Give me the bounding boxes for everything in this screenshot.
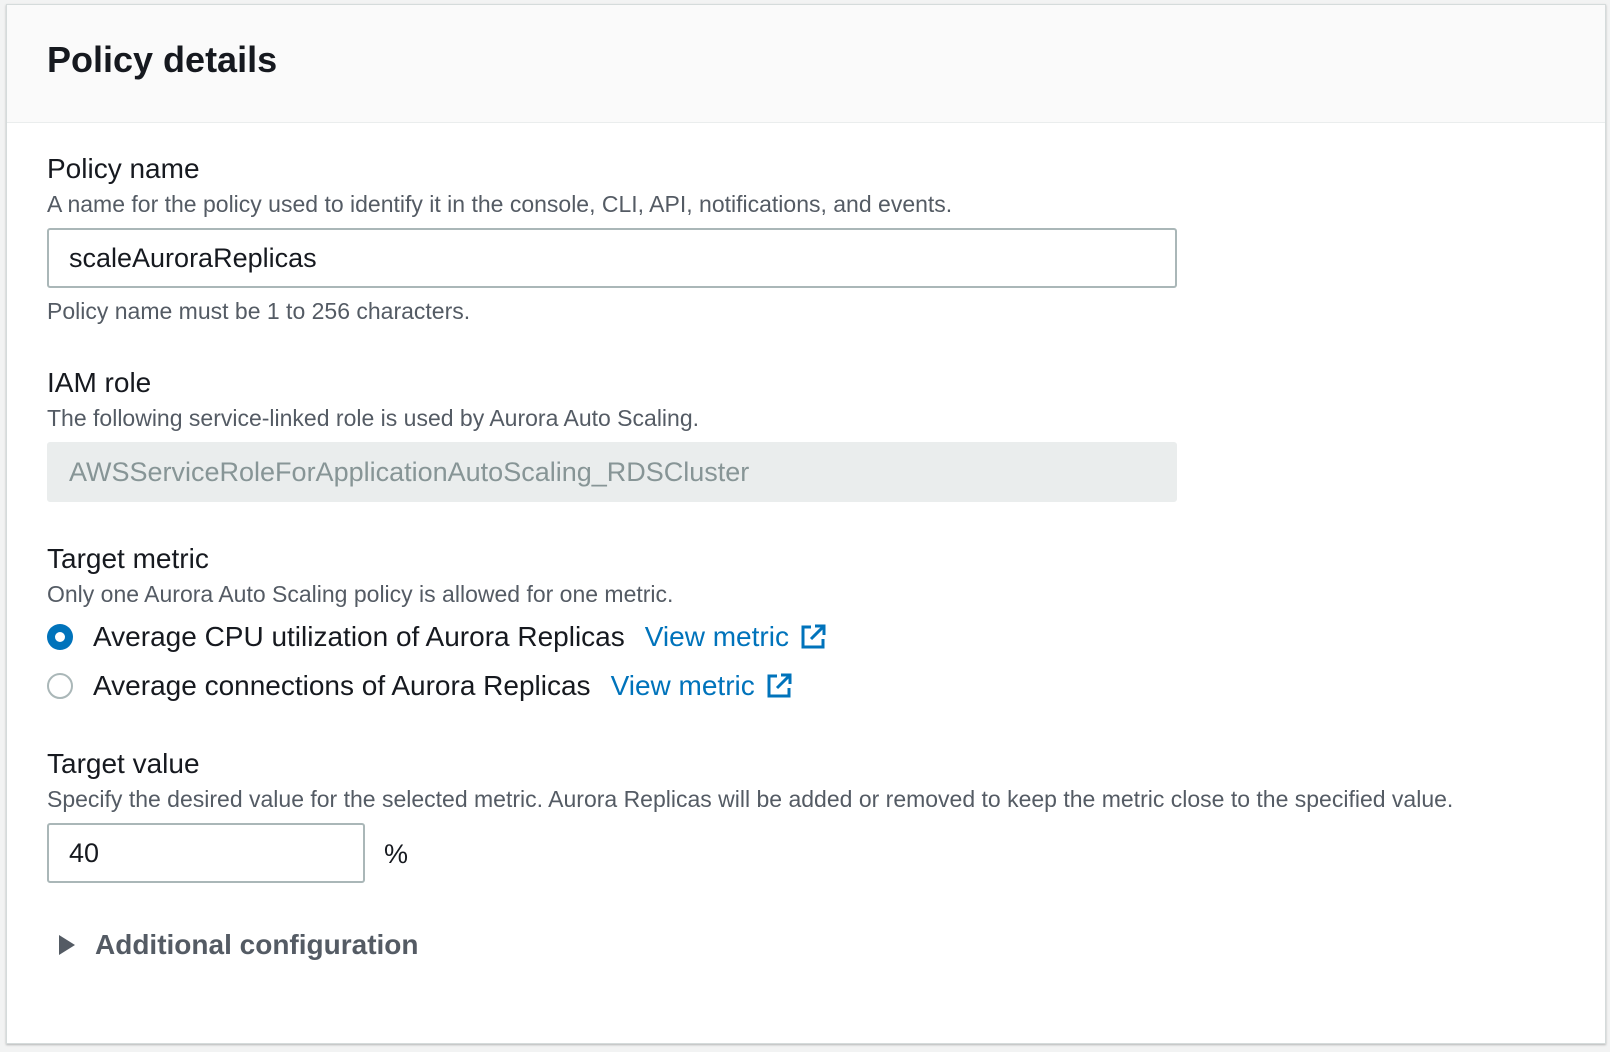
iam-role-description: The following service-linked role is use… bbox=[47, 405, 700, 431]
panel-title: Policy details bbox=[47, 38, 278, 80]
metric-option-connections[interactable]: Average connections of Aurora Replicas V… bbox=[47, 666, 793, 706]
target-value-unit: % bbox=[384, 839, 409, 869]
additional-configuration-label: Additional configuration bbox=[95, 929, 419, 960]
policy-details-panel: Policy details Policy name A name for th… bbox=[6, 4, 1606, 1044]
iam-role-label: IAM role bbox=[47, 367, 152, 398]
target-metric-label: Target metric bbox=[47, 543, 209, 574]
target-value-label: Target value bbox=[47, 748, 200, 779]
metric-option-cpu[interactable]: Average CPU utilization of Aurora Replic… bbox=[47, 617, 827, 657]
view-metric-connections-link[interactable]: View metric bbox=[611, 670, 793, 702]
additional-configuration-expander[interactable]: Additional configuration bbox=[59, 929, 419, 961]
policy-name-constraint: Policy name must be 1 to 256 characters. bbox=[47, 298, 471, 324]
target-metric-description: Only one Aurora Auto Scaling policy is a… bbox=[47, 581, 674, 607]
caret-right-icon bbox=[59, 935, 75, 955]
target-value-input[interactable] bbox=[47, 823, 365, 883]
policy-name-label: Policy name bbox=[47, 153, 200, 184]
metric-option-connections-label: Average connections of Aurora Replicas bbox=[93, 670, 591, 701]
panel-header: Policy details bbox=[7, 5, 1605, 123]
view-metric-connections-link-text: View metric bbox=[610, 670, 755, 701]
metric-option-cpu-radio[interactable] bbox=[47, 624, 73, 650]
target-value-description: Specify the desired value for the select… bbox=[47, 786, 1454, 812]
view-metric-cpu-link[interactable]: View metric bbox=[645, 621, 827, 653]
metric-option-cpu-label: Average CPU utilization of Aurora Replic… bbox=[93, 621, 625, 652]
policy-name-description: A name for the policy used to identify i… bbox=[47, 191, 953, 217]
external-link-icon bbox=[767, 673, 792, 698]
view-metric-cpu-link-text: View metric bbox=[644, 621, 789, 652]
policy-name-input[interactable] bbox=[47, 228, 1177, 288]
metric-option-connections-radio[interactable] bbox=[47, 673, 73, 699]
iam-role-input bbox=[47, 442, 1177, 502]
external-link-icon bbox=[801, 624, 826, 649]
